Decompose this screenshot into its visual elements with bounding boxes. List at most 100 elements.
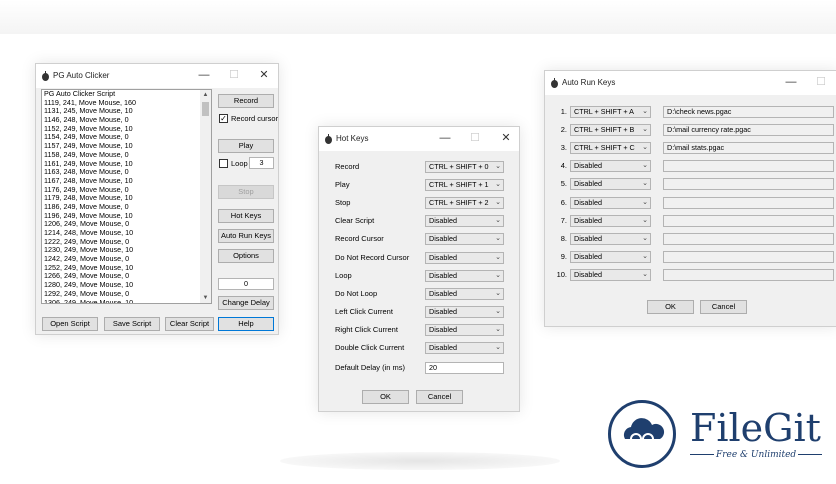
auto-run-key-select[interactable]: Disabled ⌄ [570,160,651,173]
script-scrollbar[interactable]: ▲ ▼ [200,90,211,303]
auto-run-key-select[interactable]: Disabled ⌄ [570,268,651,281]
maximize-button[interactable]: ☐ [226,68,242,82]
minimize-button[interactable]: — [437,131,453,145]
loop-label: Loop [231,159,248,168]
auto-run-keys-button[interactable]: Auto Run Keys [218,229,274,243]
play-button[interactable]: Play [218,139,274,153]
loop-checkbox[interactable] [219,159,228,168]
hot-key-value: CTRL + SHIFT + 2 [429,198,489,208]
auto-run-script-path[interactable] [663,178,834,191]
script-listbox[interactable]: PG Auto Clicker Script 1119, 241, Move Mo… [41,89,212,304]
hot-key-select[interactable]: CTRL + SHIFT + 0 ⌄ [425,161,504,173]
auto-run-key-select[interactable]: CTRL + SHIFT + B ⌄ [570,124,651,137]
hot-key-select[interactable]: Disabled ⌄ [425,342,504,354]
default-delay-label: Default Delay (in ms) [335,363,406,372]
chevron-down-icon: ⌄ [495,181,501,189]
hot-key-label: Stop [335,198,351,208]
auto-run-key-value: CTRL + SHIFT + B [574,125,635,135]
delay-input[interactable]: 0 [218,278,274,290]
maximize-button[interactable]: ☐ [467,131,483,145]
auto-run-row-number: 2. [560,125,567,135]
auto-run-script-path[interactable] [663,196,834,209]
auto-run-ok-button[interactable]: OK [647,300,694,314]
auto-run-key-select[interactable]: CTRL + SHIFT + A ⌄ [570,106,651,118]
auto-run-script-path[interactable] [663,232,834,245]
hot-key-select[interactable]: CTRL + SHIFT + 1 ⌄ [425,179,504,192]
record-button[interactable]: Record [218,94,274,108]
auto-run-keys-window: Auto Run Keys — ☐ 1. CTRL + SHIFT + A ⌄ D:\… [544,70,836,327]
chevron-down-icon: ⌄ [495,344,501,351]
hot-keys-button[interactable]: Hot Keys [218,209,274,223]
close-button[interactable]: ✕ [498,131,514,145]
auto-run-script-path[interactable] [663,160,834,173]
scroll-up-icon[interactable]: ▲ [200,90,211,100]
change-delay-button[interactable]: Change Delay [218,296,274,310]
hot-key-value: Disabled [429,216,457,226]
auto-run-key-value: CTRL + SHIFT + A [574,107,634,116]
hot-key-label: Clear Script [335,216,375,226]
tagline-rule-right [798,454,822,455]
scroll-thumb[interactable] [202,102,209,116]
auto-run-key-select[interactable]: Disabled ⌄ [570,196,651,209]
auto-run-script-path[interactable] [663,268,834,281]
options-button[interactable]: Options [218,249,274,263]
auto-run-key-select[interactable]: Disabled ⌄ [570,214,651,227]
maximize-button[interactable]: ☐ [813,75,829,89]
auto-run-row-number: 9. [560,251,567,261]
default-delay-input[interactable]: 20 [425,362,504,374]
chevron-down-icon: ⌄ [642,234,648,242]
record-cursor-checkbox[interactable]: ✓ [219,114,228,123]
chevron-down-icon: ⌄ [495,289,501,297]
auto-run-key-value: Disabled [574,233,602,243]
auto-run-row-number: 3. [560,143,567,153]
auto-run-key-value: CTRL + SHIFT + C [574,143,635,153]
chevron-down-icon: ⌄ [495,235,501,243]
auto-run-key-select[interactable]: Disabled ⌄ [570,232,651,245]
hot-keys-cancel-button[interactable]: Cancel [416,390,463,404]
auto-run-key-select[interactable]: CTRL + SHIFT + C ⌄ [570,142,651,155]
auto-run-script-path[interactable] [663,250,834,263]
hot-key-select[interactable]: Disabled ⌄ [425,269,504,282]
chevron-down-icon: ⌄ [495,325,501,333]
hot-key-label: Do Not Loop [335,288,378,298]
auto-run-script-path[interactable] [663,214,834,227]
auto-clicker-window: PG Auto Clicker — ☐ ✕ PG Auto Clicker Sc… [35,63,279,335]
minimize-button[interactable]: — [783,75,799,89]
auto-run-row-number: 8. [560,233,567,243]
hot-key-select[interactable]: Disabled ⌄ [425,215,504,228]
auto-run-cancel-button[interactable]: Cancel [700,300,747,314]
hot-key-select[interactable]: CTRL + SHIFT + 2 ⌄ [425,197,504,210]
save-script-button[interactable]: Save Script [104,317,160,331]
hot-key-select[interactable]: Disabled ⌄ [425,323,504,336]
minimize-button[interactable]: — [196,68,212,82]
stop-button[interactable]: Stop [218,185,274,199]
hot-key-label: Record [335,162,360,171]
chevron-down-icon: ⌄ [495,307,501,315]
script-lines: PG Auto Clicker Script 1119, 241, Move Mo… [44,90,200,303]
clear-script-button[interactable]: Clear Script [165,317,214,331]
help-button[interactable]: Help [218,317,274,331]
hot-key-label: Right Click Current [335,324,398,334]
auto-clicker-titlebar: PG Auto Clicker — ☐ ✕ [36,64,278,88]
open-script-button[interactable]: Open Script [42,317,98,331]
loop-count-input[interactable]: 3 [249,157,274,169]
auto-run-key-select[interactable]: Disabled ⌄ [570,250,651,263]
close-button[interactable]: ✕ [256,68,272,82]
script-line[interactable]: 1306, 249, Move Mouse, 10 [44,298,200,303]
decorative-shadow [280,452,560,470]
scroll-down-icon[interactable]: ▼ [200,293,211,303]
hot-key-select[interactable]: Disabled ⌄ [425,305,504,318]
auto-run-script-path[interactable]: D:\check news.pgac [663,106,834,118]
auto-run-script-path[interactable]: D:\mail stats.pgac [663,142,834,155]
auto-run-key-value: Disabled [574,215,602,225]
auto-run-script-path[interactable]: D:\mail currency rate.pgac [663,124,834,137]
background-band [0,0,836,34]
app-mouse-icon [551,78,558,88]
hot-keys-ok-button[interactable]: OK [362,390,409,404]
hot-key-select[interactable]: Disabled ⌄ [425,251,504,264]
hot-key-select[interactable]: Disabled ⌄ [425,287,504,300]
hot-key-select[interactable]: Disabled ⌄ [425,233,504,246]
auto-run-key-select[interactable]: Disabled ⌄ [570,178,651,191]
chevron-down-icon: ⌄ [642,216,648,224]
chevron-down-icon: ⌄ [642,180,648,188]
